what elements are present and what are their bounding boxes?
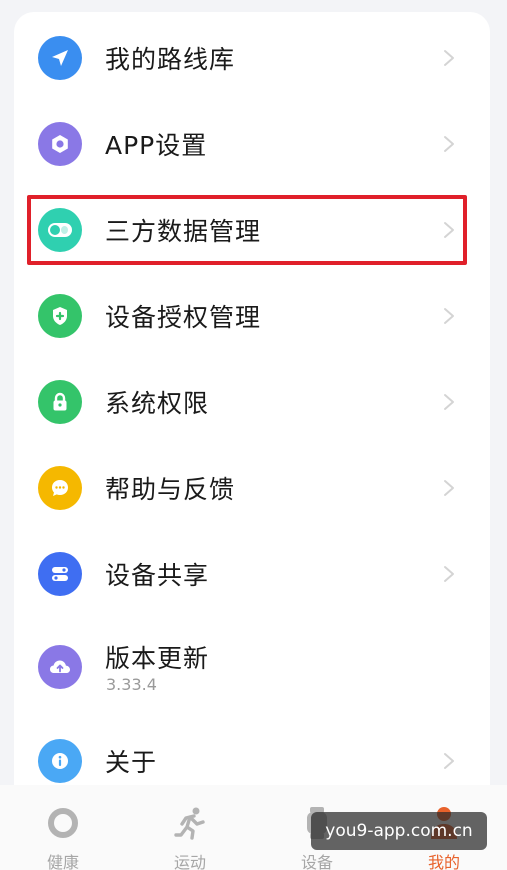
menu-item-device-authorization[interactable]: 设备授权管理 <box>14 273 490 359</box>
tab-health[interactable]: 健康 <box>18 793 108 870</box>
cloud-upload-icon <box>38 645 82 689</box>
highlight-box <box>27 195 467 265</box>
menu-item-label: APP设置 <box>105 131 208 160</box>
tab-label: 设备 <box>300 853 333 870</box>
screen: 我的路线库 APP设置 三方数据管理 设备授权管理 系统权限 帮助与反馈 设备共… <box>0 0 507 870</box>
tab-label: 我的 <box>427 853 460 870</box>
menu-item-label: 版本更新 <box>105 644 210 673</box>
menu-item-app-settings[interactable]: APP设置 <box>14 101 490 187</box>
shield-plus-icon <box>38 294 82 338</box>
chevron-right-icon <box>444 308 454 324</box>
chevron-right-icon <box>444 50 454 66</box>
runner-icon <box>174 807 205 840</box>
menu-item-label: 关于 <box>105 748 158 777</box>
share-toggle-icon <box>38 552 82 596</box>
ring-icon <box>48 808 78 838</box>
menu-item-help-feedback[interactable]: 帮助与反馈 <box>14 445 490 531</box>
chevron-right-icon <box>444 394 454 410</box>
menu-item-label: 帮助与反馈 <box>105 475 236 504</box>
version-number: 3.33.4 <box>106 675 157 694</box>
info-icon <box>38 739 82 783</box>
tab-sports[interactable]: 运动 <box>145 793 235 870</box>
menu-item-system-permissions[interactable]: 系统权限 <box>14 359 490 445</box>
menu-item-label: 我的路线库 <box>105 45 236 74</box>
menu-item-device-sharing[interactable]: 设备共享 <box>14 531 490 617</box>
menu-item-version-update[interactable]: 版本更新 3.33.4 <box>14 617 490 717</box>
lock-icon <box>38 380 82 424</box>
chevron-right-icon <box>444 566 454 582</box>
tab-label: 运动 <box>173 853 206 870</box>
menu-item-label: 设备共享 <box>105 561 210 590</box>
chevron-right-icon <box>444 136 454 152</box>
navigation-arrow-icon <box>38 36 82 80</box>
menu-item-label: 系统权限 <box>105 389 210 418</box>
menu-item-label: 设备授权管理 <box>105 303 262 332</box>
chevron-right-icon <box>444 753 454 769</box>
menu-item-route-library[interactable]: 我的路线库 <box>14 15 490 101</box>
settings-card: 我的路线库 APP设置 三方数据管理 设备授权管理 系统权限 帮助与反馈 设备共… <box>14 12 490 807</box>
chat-bubble-icon <box>38 466 82 510</box>
tab-label: 健康 <box>46 853 79 870</box>
watermark: you9-app.com.cn <box>311 812 487 850</box>
chevron-right-icon <box>444 480 454 496</box>
gear-icon <box>38 122 82 166</box>
